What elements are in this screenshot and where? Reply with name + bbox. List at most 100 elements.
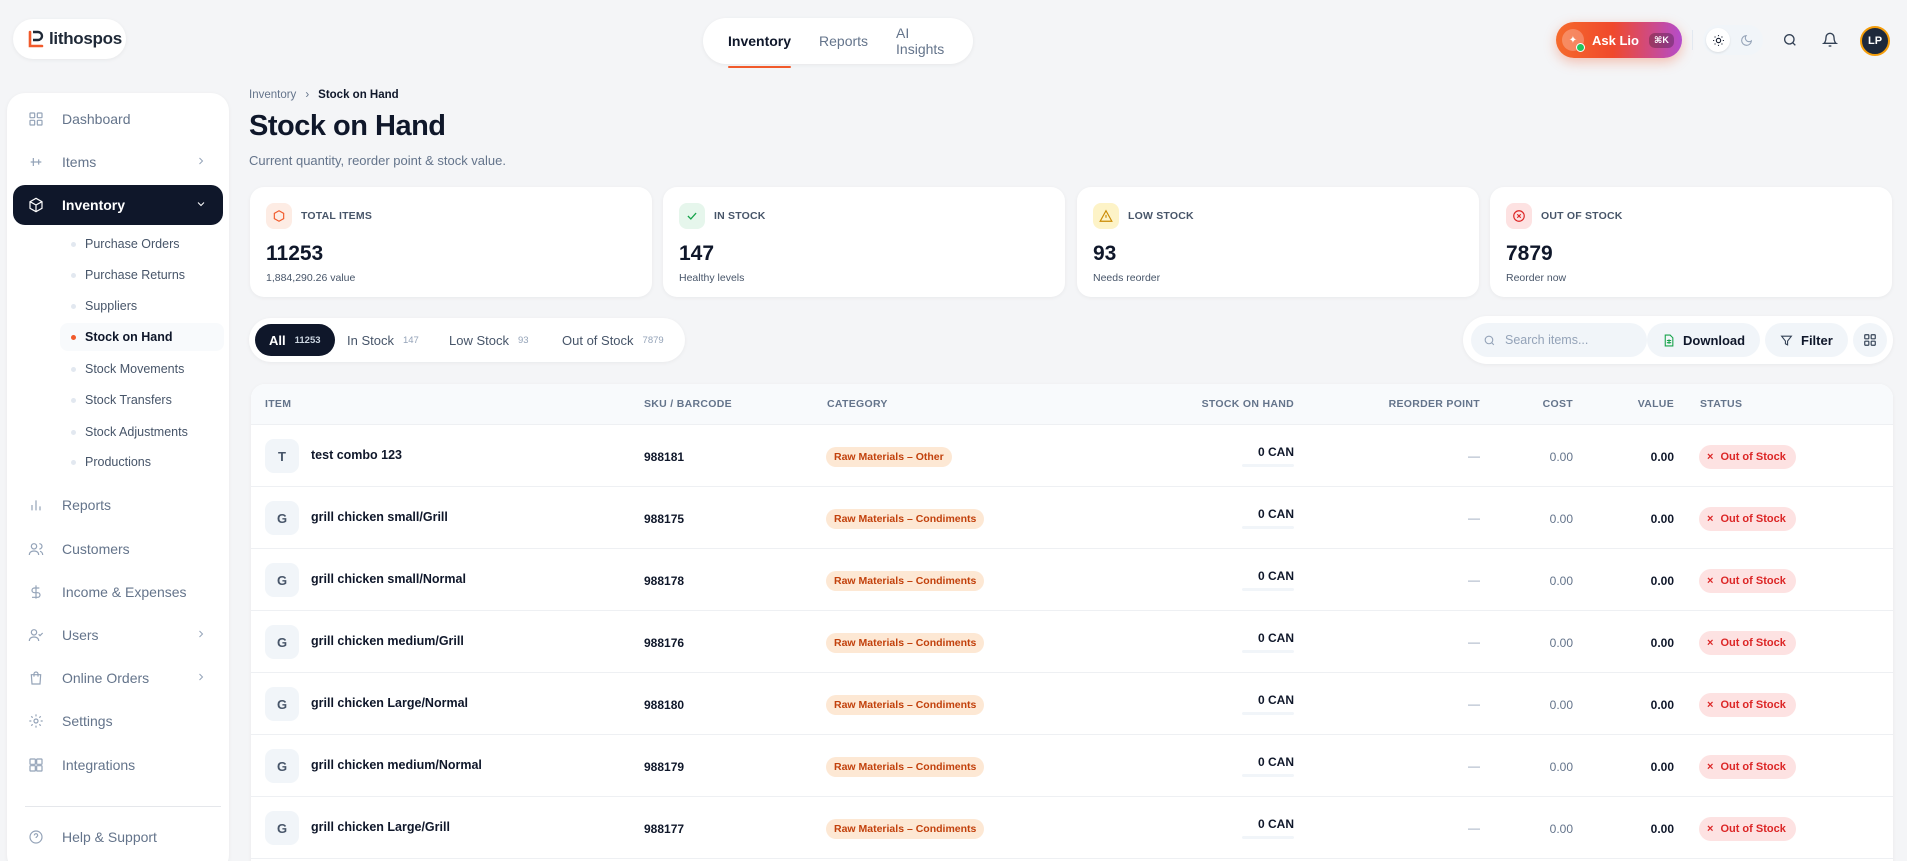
bell-icon[interactable] [1817, 27, 1843, 53]
subitem-stock-on-hand[interactable]: Stock on Hand [60, 323, 224, 351]
topnav-reports[interactable]: Reports [819, 18, 868, 64]
sidebar-item-help-support[interactable]: Help & Support [13, 817, 223, 857]
column-header-cost[interactable]: COST [1543, 398, 1573, 410]
item-name[interactable]: grill chicken Large/Grill [311, 820, 450, 834]
column-header-item[interactable]: ITEM [265, 398, 291, 410]
subitem-stock-adjustments[interactable]: Stock Adjustments [60, 418, 224, 446]
category-badge: Raw Materials – Condiments [826, 509, 985, 529]
table-row[interactable]: G grill chicken Large/Normal 988180 Raw … [251, 673, 1893, 735]
sun-icon[interactable] [1706, 28, 1730, 52]
column-header-status[interactable]: STATUS [1700, 398, 1742, 410]
sidebar-item-users[interactable]: Users [13, 615, 223, 655]
x-icon: × [1707, 451, 1714, 463]
search-input[interactable] [1505, 333, 1635, 347]
brand-logo[interactable]: lithospos [13, 19, 126, 59]
sidebar-item-inventory[interactable]: Inventory [13, 185, 223, 225]
stock-on-hand: 0 CAN [1257, 817, 1294, 831]
tab-all[interactable]: All 11253 [255, 324, 335, 356]
table-toolbar: Download Filter [1463, 316, 1893, 364]
sidebar-item-income-expenses[interactable]: Income & Expenses [13, 572, 223, 612]
status-badge: × Out of Stock [1699, 569, 1796, 593]
item-name[interactable]: grill chicken small/Grill [311, 510, 448, 524]
subitem-productions[interactable]: Productions [60, 448, 224, 476]
stat-value: 11253 [266, 242, 324, 265]
filter-button[interactable]: Filter [1765, 323, 1848, 357]
stock-level-bar [1242, 464, 1294, 467]
item-name[interactable]: grill chicken medium/Normal [311, 758, 482, 772]
download-label: Download [1683, 332, 1746, 348]
cube-icon [266, 203, 292, 229]
table-row[interactable]: G grill chicken medium/Normal 988179 Raw… [251, 735, 1893, 797]
category-badge: Raw Materials – Condiments [826, 757, 985, 777]
table-row[interactable]: G grill chicken medium/Grill 988176 Raw … [251, 611, 1893, 673]
tab-out-of-stock[interactable]: Out of Stock 7879 [548, 324, 678, 356]
status-label: Out of Stock [1720, 451, 1786, 463]
subitem-purchase-returns[interactable]: Purchase Returns [60, 261, 224, 289]
tab-in-stock[interactable]: In Stock 147 [333, 324, 433, 356]
grid-view-button[interactable] [1853, 323, 1887, 357]
subitem-purchase-orders[interactable]: Purchase Orders [60, 230, 224, 258]
stock-on-hand: 0 CAN [1257, 569, 1294, 583]
item-value: 0.00 [1650, 822, 1674, 836]
moon-icon[interactable] [1734, 28, 1758, 52]
sidebar-item-label: Items [62, 154, 97, 170]
item-cost: 0.00 [1549, 636, 1573, 650]
reorder-point: — [1468, 511, 1480, 525]
x-icon: × [1707, 637, 1714, 649]
column-header-stock-on-hand[interactable]: STOCK ON HAND [1202, 398, 1294, 410]
item-initial: T [265, 439, 299, 473]
sidebar-divider [25, 806, 221, 807]
stock-table: ITEM SKU / BARCODE CATEGORY STOCK ON HAN… [251, 384, 1893, 861]
tab-count: 147 [402, 334, 419, 346]
sidebar-item-customers[interactable]: Customers [13, 529, 223, 569]
subitem-stock-transfers[interactable]: Stock Transfers [60, 386, 224, 414]
download-button[interactable]: Download [1647, 323, 1761, 357]
table-row[interactable]: G grill chicken Large/Grill 988177 Raw M… [251, 797, 1893, 859]
table-row[interactable]: T test combo 123 988181 Raw Materials – … [251, 425, 1893, 487]
status-badge: × Out of Stock [1699, 817, 1796, 841]
table-header: ITEM SKU / BARCODE CATEGORY STOCK ON HAN… [251, 384, 1893, 425]
search-icon [1484, 335, 1495, 345]
sidebar-item-settings[interactable]: Settings [13, 701, 223, 741]
item-value: 0.00 [1650, 450, 1674, 464]
sidebar-item-online-orders[interactable]: Online Orders [13, 658, 223, 698]
user-check-icon [28, 627, 44, 643]
item-name[interactable]: test combo 123 [311, 448, 402, 462]
sidebar-item-dashboard[interactable]: Dashboard [13, 99, 223, 139]
column-header-category[interactable]: CATEGORY [827, 398, 888, 410]
sidebar-item-label: Reports [62, 497, 112, 513]
file-sheet-icon [1664, 334, 1674, 346]
topnav-inventory[interactable]: Inventory [728, 18, 792, 68]
column-header-sku[interactable]: SKU / BARCODE [644, 398, 732, 410]
sidebar-item-label: Integrations [62, 757, 136, 773]
user-avatar[interactable]: LP [1860, 26, 1890, 56]
item-cost: 0.00 [1549, 450, 1573, 464]
sidebar-item-items[interactable]: Items [13, 142, 223, 182]
table-row[interactable]: G grill chicken small/Grill 988175 Raw M… [251, 487, 1893, 549]
status-badge: × Out of Stock [1699, 631, 1796, 655]
sidebar-item-integrations[interactable]: Integrations [13, 745, 223, 785]
subitem-stock-movements[interactable]: Stock Movements [60, 355, 224, 383]
column-header-value[interactable]: VALUE [1638, 398, 1674, 410]
column-header-reorder-point[interactable]: REORDER POINT [1389, 398, 1480, 410]
status-label: Out of Stock [1720, 513, 1786, 525]
item-name[interactable]: grill chicken small/Normal [311, 572, 466, 586]
item-initial: G [265, 749, 299, 783]
item-name[interactable]: grill chicken Large/Normal [311, 696, 468, 710]
search-icon[interactable] [1777, 27, 1803, 53]
apps-icon [28, 757, 44, 773]
stock-on-hand: 0 CAN [1257, 631, 1294, 645]
breadcrumb-parent[interactable]: Inventory [249, 89, 296, 101]
subitem-suppliers[interactable]: Suppliers [60, 292, 224, 320]
tab-label: In Stock [347, 332, 394, 348]
topnav-ai-insights[interactable]: AI Insights [896, 18, 948, 64]
ask-lio-button[interactable]: ✦ Ask Lio ⌘K [1556, 22, 1682, 58]
item-cost: 0.00 [1549, 512, 1573, 526]
stat-card-out-of-stock: OUT OF STOCK 7879 Reorder now [1490, 187, 1892, 297]
table-row[interactable]: G grill chicken small/Normal 988178 Raw … [251, 549, 1893, 611]
reorder-point: — [1468, 635, 1480, 649]
tab-low-stock[interactable]: Low Stock 93 [435, 324, 543, 356]
item-name[interactable]: grill chicken medium/Grill [311, 634, 464, 648]
sidebar-item-reports[interactable]: Reports [13, 485, 223, 525]
category-badge: Raw Materials – Condiments [826, 633, 985, 653]
